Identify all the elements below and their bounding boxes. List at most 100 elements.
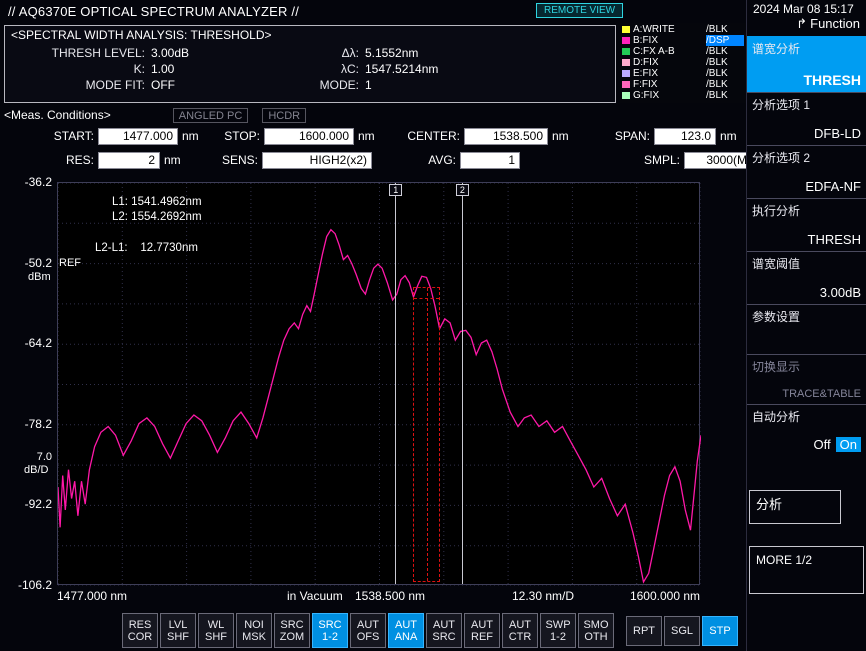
toolbar-src-zom-button[interactable]: SRC ZOM: [274, 613, 310, 648]
toolbar-label: SRC: [318, 619, 341, 631]
repeat-sweep-button[interactable]: RPT: [626, 616, 662, 646]
hcdr-badge: HCDR: [262, 108, 306, 123]
lambda-c-value: 1547.5214nm: [365, 61, 515, 77]
softkey-value: 3.00dB: [820, 285, 861, 300]
toolbar-label: 1-2: [550, 631, 566, 643]
trace-f-name: F:FIX: [633, 79, 706, 90]
smpl-label: SMPL:: [626, 153, 684, 167]
stop-unit: nm: [354, 129, 378, 143]
spectrum-trace-b: [58, 230, 701, 582]
single-sweep-button[interactable]: SGL: [664, 616, 700, 646]
toolbar-label: STP: [709, 625, 730, 637]
threshold-search-region: [413, 287, 440, 582]
thresh-level-label: THRESH LEVEL:: [11, 45, 151, 61]
toolbar-label: CTR: [509, 631, 532, 643]
toolbar-aut-ref-button[interactable]: AUT REF: [464, 613, 500, 648]
softkey-spectral-width-thresh[interactable]: 谱宽分析 THRESH: [747, 36, 866, 92]
toolbar-label: SRC: [432, 631, 455, 643]
trace-b-color-swatch: [622, 37, 630, 44]
toolbar-aut-ctr-button[interactable]: AUT CTR: [502, 613, 538, 648]
span-input[interactable]: 123.0: [654, 128, 716, 145]
legend-row-f[interactable]: F:FIX /BLK: [622, 79, 744, 90]
analysis-tab[interactable]: 分析: [749, 490, 841, 524]
scale-per-div-value: 7.0: [4, 451, 52, 463]
avg-label: AVG:: [396, 153, 460, 167]
stop-input[interactable]: 1600.000: [264, 128, 354, 145]
softkey-analysis-option-1[interactable]: 分析选项 1 DFB-LD: [747, 92, 866, 145]
span-label: SPAN:: [572, 129, 654, 143]
toolbar-label: WL: [208, 619, 225, 631]
softkey-threshold-level[interactable]: 谱宽阈值 3.00dB: [747, 251, 866, 304]
marker-2-flag: 2: [456, 184, 469, 196]
toolbar-res-cor-button[interactable]: RES COR: [122, 613, 158, 648]
toolbar-label: 1-2: [322, 631, 338, 643]
softkey-execute-analysis[interactable]: 执行分析 THRESH: [747, 198, 866, 251]
center-unit: nm: [548, 129, 572, 143]
toolbar-wl-shf-button[interactable]: WL SHF: [198, 613, 234, 648]
legend-row-g[interactable]: G:FIX /BLK: [622, 90, 744, 101]
toolbar-lvl-shf-button[interactable]: LVL SHF: [160, 613, 196, 648]
softkey-switch-display[interactable]: 切换显示 TRACE&TABLE: [747, 354, 866, 404]
sens-label: SENS:: [200, 153, 262, 167]
softkey-parameter-setup[interactable]: 参数设置: [747, 304, 866, 354]
toolbar-label: AUT: [395, 619, 417, 631]
center-input[interactable]: 1538.500: [464, 128, 548, 145]
softkey-auto-analysis-toggle[interactable]: 自动分析 OffOn: [747, 404, 866, 456]
toolbar-src-1-2-button[interactable]: SRC 1-2: [312, 613, 348, 648]
toolbar-label: RES: [129, 619, 152, 631]
toolbar-swp-1-2-button[interactable]: SWP 1-2: [540, 613, 576, 648]
trace-g-name: G:FIX: [633, 90, 706, 101]
legend-row-a[interactable]: A:WRITE /BLK: [622, 24, 744, 35]
toolbar-label: SMO: [583, 619, 608, 631]
delta-lambda-label: Δλ:: [309, 45, 365, 61]
wavelength-marker-2[interactable]: 2: [462, 183, 463, 584]
toolbar-smo-oth-button[interactable]: SMO OTH: [578, 613, 614, 648]
softkey-analysis-option-2[interactable]: 分析选项 2 EDFA-NF: [747, 145, 866, 198]
spectral-width-analysis-panel: <SPECTRAL WIDTH ANALYSIS: THRESHOLD> THR…: [4, 25, 616, 103]
toolbar-label: SRC: [280, 619, 303, 631]
thresh-level-value: 3.00dB: [151, 45, 309, 61]
legend-row-d[interactable]: D:FIX /BLK: [622, 57, 744, 68]
osa-screen: // AQ6370E OPTICAL SPECTRUM ANALYZER // …: [0, 0, 866, 651]
ref-level-label: REF: [59, 257, 81, 269]
meas-row-1: START: 1477.000 nm STOP: 1600.000 nm CEN…: [4, 124, 742, 148]
more-pages-button[interactable]: MORE 1/2: [749, 546, 864, 594]
softkey-value: THRESH: [803, 72, 861, 88]
toolbar-label: ANA: [395, 631, 418, 643]
function-header-label: Function: [810, 16, 860, 31]
start-input[interactable]: 1477.000: [98, 128, 178, 145]
toolbar-label: SGL: [671, 625, 693, 637]
softkey-label: 切换显示: [752, 358, 861, 375]
softkey-label: 自动分析: [752, 408, 861, 425]
wavelength-marker-1[interactable]: 1: [395, 183, 396, 584]
window-title: // AQ6370E OPTICAL SPECTRUM ANALYZER //: [8, 4, 299, 19]
legend-row-b[interactable]: B:FIX /DSP: [622, 35, 744, 46]
toolbar-label: SHF: [167, 631, 189, 643]
legend-row-c[interactable]: C:FX A-B /BLK: [622, 46, 744, 57]
span-unit: nm: [716, 129, 740, 143]
stop-label: STOP:: [202, 129, 264, 143]
trace-a-color-swatch: [622, 26, 630, 33]
k-label: K:: [11, 61, 151, 77]
stop-sweep-button[interactable]: STP: [702, 616, 738, 646]
toolbar-label: AUT: [433, 619, 455, 631]
y-axis-label-3: -78.2: [4, 417, 52, 431]
toolbar-label: LVL: [169, 619, 188, 631]
sens-input[interactable]: HIGH2(x2): [262, 152, 372, 169]
toolbar-aut-src-button[interactable]: AUT SRC: [426, 613, 462, 648]
toolbar-label: ZOM: [280, 631, 304, 643]
avg-input[interactable]: 1: [460, 152, 520, 169]
y-axis-label-2: -64.2: [4, 336, 52, 350]
softkey-value: EDFA-NF: [805, 179, 861, 194]
toolbar-aut-ana-button[interactable]: AUT ANA: [388, 613, 424, 648]
toolbar-noi-msk-button[interactable]: NOI MSK: [236, 613, 272, 648]
trace-f-color-swatch: [622, 81, 630, 88]
trace-c-name: C:FX A-B: [633, 46, 706, 57]
x-axis-per-div-label: 12.30 nm/D: [512, 589, 574, 603]
res-label: RES:: [4, 153, 98, 167]
res-input[interactable]: 2: [98, 152, 160, 169]
trace-g-status: /BLK: [706, 90, 744, 101]
toolbar-aut-ofs-button[interactable]: AUT OFS: [350, 613, 386, 648]
legend-row-e[interactable]: E:FIX /BLK: [622, 68, 744, 79]
toolbar-label: SWP: [545, 619, 570, 631]
